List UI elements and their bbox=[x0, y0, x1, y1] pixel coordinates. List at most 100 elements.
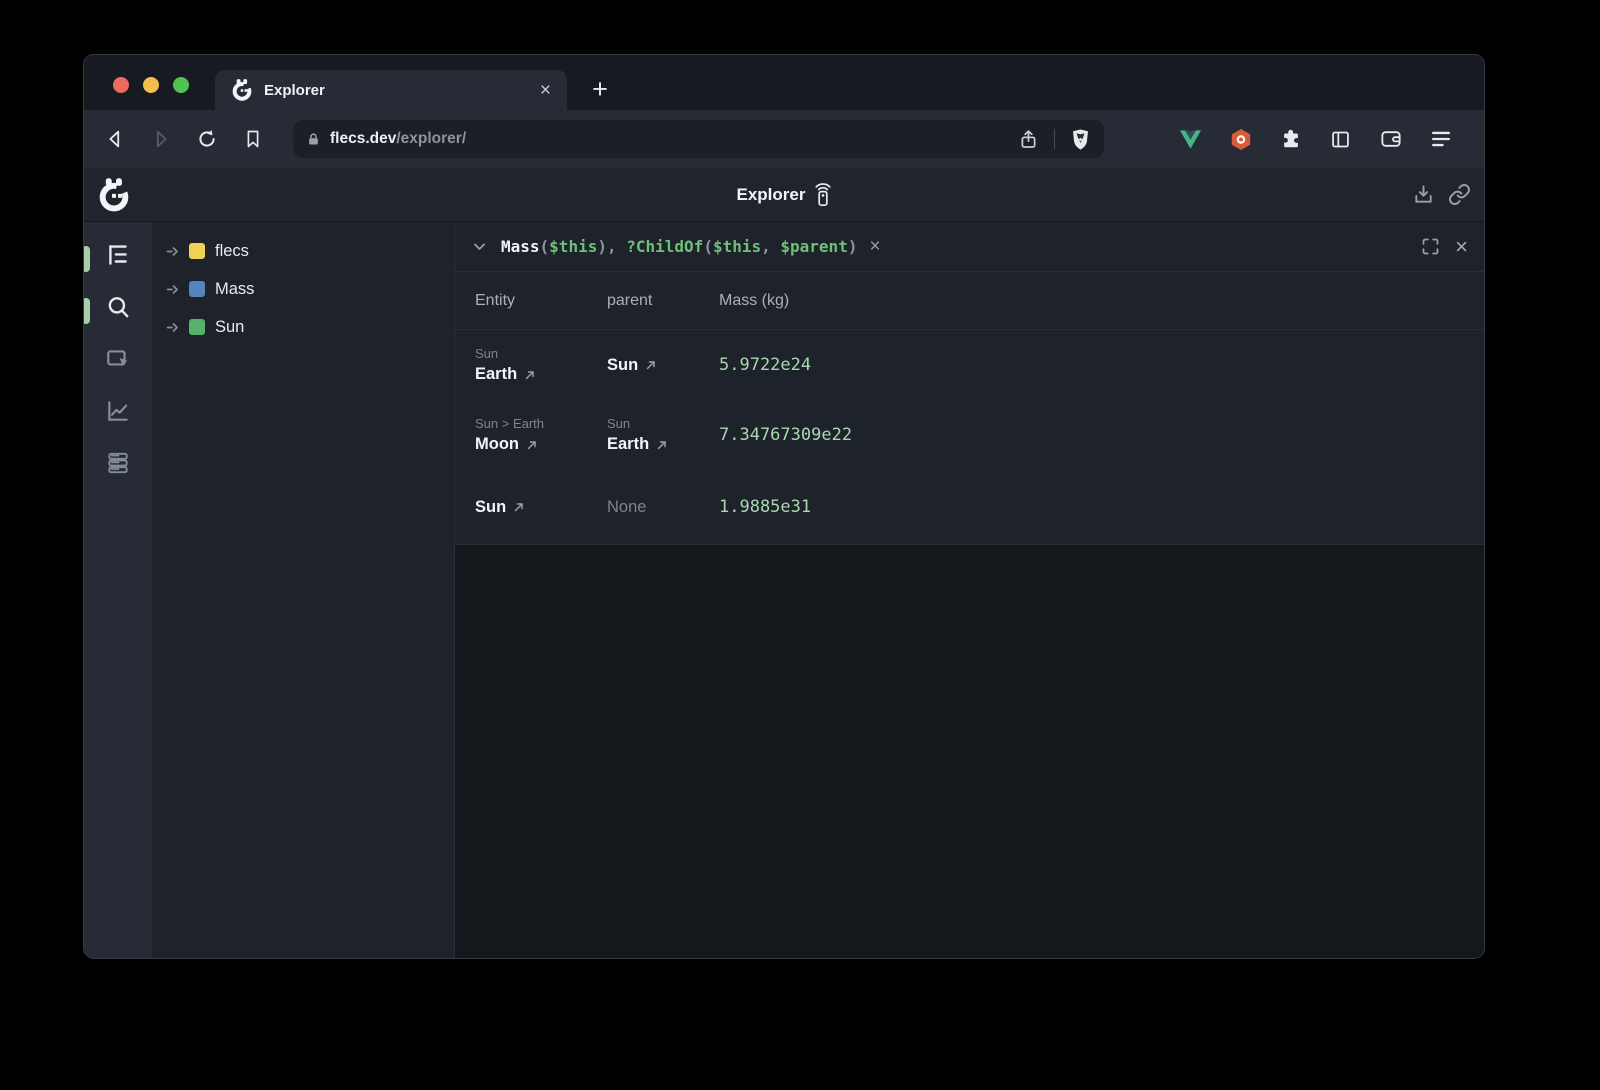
query-panel: Mass($this), ?ChildOf($this, $parent) × … bbox=[455, 222, 1484, 958]
mass-cell: 7.34767309e22 bbox=[719, 425, 1484, 445]
query-token: $parent bbox=[780, 237, 847, 256]
external-link-icon[interactable] bbox=[526, 439, 538, 451]
brave-shield-icon[interactable] bbox=[1070, 128, 1091, 151]
entity-tree-panel: flecs Mass Sun bbox=[152, 222, 455, 958]
remote-connection-icon bbox=[814, 183, 831, 207]
zoom-window-button[interactable] bbox=[173, 77, 189, 93]
tree-item-sun[interactable]: Sun bbox=[152, 308, 454, 346]
table-row[interactable]: Sun > Earth Moon Sun Earth 7.34767309e22 bbox=[455, 400, 1484, 470]
urlbar-divider bbox=[1054, 129, 1055, 149]
entity-color-swatch bbox=[189, 319, 205, 335]
mass-value: 1.9885e31 bbox=[719, 497, 1484, 517]
app-header: Explorer bbox=[84, 168, 1484, 222]
panel-icon-strip bbox=[84, 222, 152, 958]
stats-panel-button[interactable] bbox=[98, 392, 138, 430]
browser-toolbar: flecs.dev/explorer/ bbox=[84, 110, 1484, 168]
hexagon-extension-icon[interactable] bbox=[1229, 128, 1252, 151]
forward-button[interactable] bbox=[147, 125, 175, 153]
external-link-icon[interactable] bbox=[645, 359, 657, 371]
close-window-button[interactable] bbox=[113, 77, 129, 93]
entity-tree-panel-button[interactable] bbox=[98, 236, 138, 274]
entity-parent-path: Sun bbox=[475, 346, 607, 361]
search-panel-button[interactable] bbox=[98, 288, 138, 326]
query-canvas-empty bbox=[455, 545, 1484, 958]
query-token: ) bbox=[848, 237, 858, 256]
extension-icons bbox=[1179, 128, 1484, 151]
chevron-down-icon[interactable] bbox=[471, 238, 488, 255]
traffic-lights bbox=[113, 77, 189, 93]
bookmark-icon[interactable] bbox=[239, 125, 267, 153]
parent-cell: None bbox=[607, 498, 719, 517]
entity-parent-path: Sun > Earth bbox=[475, 416, 607, 431]
query-results-table: Entity parent Mass (kg) Sun Earth Sun 5.… bbox=[455, 272, 1484, 545]
expand-arrow-icon[interactable] bbox=[165, 282, 180, 297]
tree-item-mass[interactable]: Mass bbox=[152, 270, 454, 308]
column-header-parent[interactable]: parent bbox=[607, 292, 719, 310]
minimize-window-button[interactable] bbox=[143, 77, 159, 93]
url-path: /explorer/ bbox=[396, 130, 466, 148]
entity-link[interactable]: Earth bbox=[475, 365, 517, 384]
tree-item-flecs[interactable]: flecs bbox=[152, 232, 454, 270]
expand-arrow-icon[interactable] bbox=[165, 244, 180, 259]
download-icon[interactable] bbox=[1410, 182, 1436, 208]
copy-link-icon[interactable] bbox=[1446, 182, 1472, 208]
column-header-mass[interactable]: Mass (kg) bbox=[719, 292, 1484, 310]
parent-cell: Sun bbox=[607, 356, 719, 375]
url-host: flecs.dev bbox=[330, 130, 396, 148]
table-row[interactable]: Sun Earth Sun 5.9722e24 bbox=[455, 330, 1484, 400]
vue-devtools-icon[interactable] bbox=[1179, 128, 1202, 151]
browser-menu-icon[interactable] bbox=[1429, 128, 1452, 151]
query-token: ( bbox=[703, 237, 713, 256]
active-panel-indicator-tree bbox=[84, 246, 90, 272]
extensions-puzzle-icon[interactable] bbox=[1279, 128, 1302, 151]
expand-arrow-icon[interactable] bbox=[165, 320, 180, 335]
entity-cell: Sun bbox=[475, 498, 607, 517]
reload-button[interactable] bbox=[193, 125, 221, 153]
query-bar: Mass($this), ?ChildOf($this, $parent) × … bbox=[455, 222, 1484, 272]
inspector-panel-button[interactable] bbox=[98, 340, 138, 378]
mass-value: 5.9722e24 bbox=[719, 355, 1484, 375]
entity-link[interactable]: Earth bbox=[607, 435, 649, 454]
query-token: $this bbox=[713, 237, 761, 256]
query-token: ?ChildOf bbox=[626, 237, 703, 256]
entity-link[interactable]: Sun bbox=[475, 498, 506, 517]
query-token: , bbox=[761, 237, 780, 256]
entity-link[interactable]: Sun bbox=[607, 356, 638, 375]
column-header-entity[interactable]: Entity bbox=[475, 292, 607, 310]
query-token: Mass bbox=[501, 237, 540, 256]
sidebar-toggle-icon[interactable] bbox=[1329, 128, 1352, 151]
tree-item-label: Mass bbox=[215, 280, 254, 299]
tree-item-label: flecs bbox=[215, 242, 249, 261]
parent-cell: Sun Earth bbox=[607, 416, 719, 454]
tab-title: Explorer bbox=[264, 82, 540, 99]
mass-value: 7.34767309e22 bbox=[719, 425, 1484, 445]
new-tab-button[interactable]: + bbox=[587, 74, 613, 105]
url-bar[interactable]: flecs.dev/explorer/ bbox=[293, 120, 1104, 158]
query-clear-icon[interactable]: × bbox=[869, 237, 880, 256]
external-link-icon[interactable] bbox=[513, 501, 525, 513]
query-token: ( bbox=[540, 237, 550, 256]
table-row[interactable]: Sun None 1.9885e31 bbox=[455, 470, 1484, 544]
wallet-icon[interactable] bbox=[1379, 128, 1402, 151]
back-button[interactable] bbox=[101, 125, 129, 153]
commands-panel-button[interactable] bbox=[98, 444, 138, 482]
tree-item-label: Sun bbox=[215, 318, 244, 337]
flecs-logo[interactable] bbox=[97, 178, 131, 212]
mass-cell: 5.9722e24 bbox=[719, 355, 1484, 375]
mass-cell: 1.9885e31 bbox=[719, 497, 1484, 517]
share-icon[interactable] bbox=[1018, 129, 1039, 150]
entity-link[interactable]: Moon bbox=[475, 435, 519, 454]
external-link-icon[interactable] bbox=[524, 369, 536, 381]
browser-tab-explorer[interactable]: Explorer × bbox=[215, 70, 567, 110]
header-actions bbox=[1410, 182, 1472, 208]
expand-fullscreen-icon[interactable] bbox=[1418, 235, 1442, 259]
app-title-group: Explorer bbox=[737, 183, 832, 207]
active-panel-indicator-search bbox=[84, 298, 90, 324]
query-close-icon[interactable]: × bbox=[1455, 236, 1468, 258]
content-area: flecs Mass Sun bbox=[84, 222, 1484, 958]
external-link-icon[interactable] bbox=[656, 439, 668, 451]
query-token: $this bbox=[549, 237, 597, 256]
tab-close-icon[interactable]: × bbox=[540, 81, 551, 100]
entity-cell: Sun > Earth Moon bbox=[475, 416, 607, 454]
query-input[interactable]: Mass($this), ?ChildOf($this, $parent) bbox=[501, 237, 857, 256]
